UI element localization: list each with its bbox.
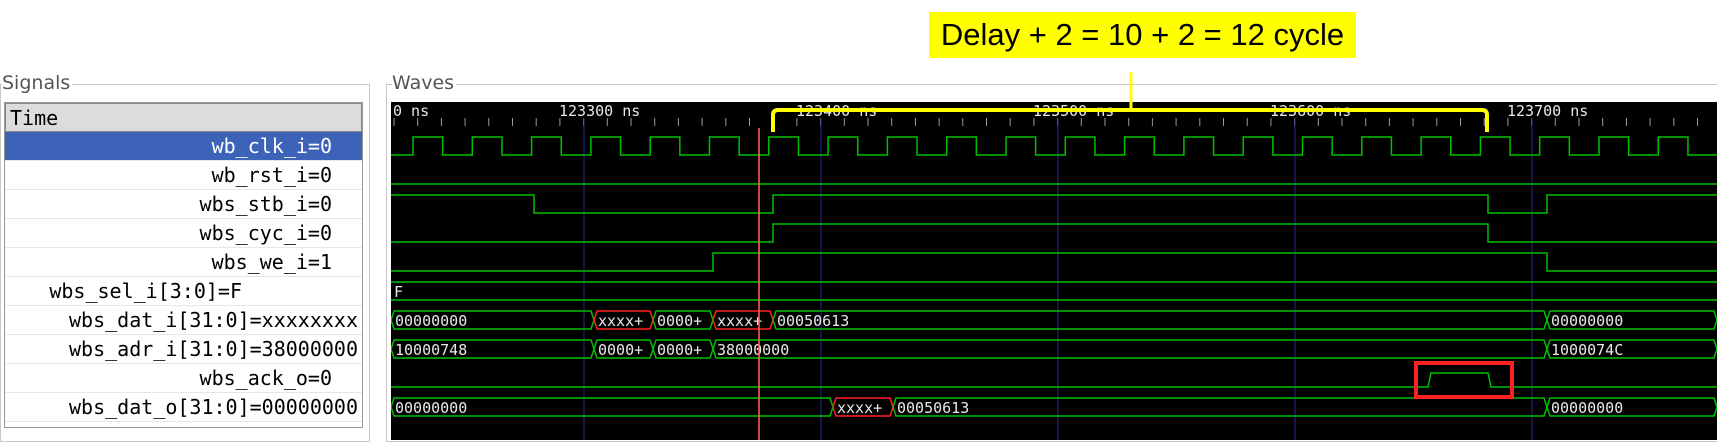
wave-wbs-dat-i-value: xxxx+ <box>598 312 643 330</box>
waveform-canvas[interactable]: 0 ns 123300 ns 123400 ns 123500 ns 123600 ns… <box>391 102 1717 440</box>
signal-label: wbs_stb_i=0 <box>199 192 332 216</box>
wave-wbs-dat-o-value: xxxx+ <box>837 399 882 417</box>
signal-row-wbs-we-i[interactable]: wbs_we_i=1 <box>5 248 362 277</box>
wave-wbs-dat-o-value: 00050613 <box>897 399 969 417</box>
signal-row-wbs-dat-i[interactable]: wbs_dat_i[31:0]=xxxxxxxx <box>5 306 362 335</box>
wave-wbs-adr-i-value: 0000+ <box>598 341 643 359</box>
wave-wbs-dat-o-segment <box>892 397 1548 417</box>
signal-label: wbs_dat_o[31:0]=00000000 <box>69 395 358 419</box>
wave-wb-clk <box>391 136 1717 156</box>
wave-wbs-we <box>391 252 1717 272</box>
signal-list[interactable]: Time wb_clk_i=0 wb_rst_i=0 wbs_stb_i=0 w… <box>4 102 363 428</box>
signal-row-wbs-ack-o[interactable]: wbs_ack_o=0 <box>5 364 362 393</box>
wave-wbs-stb <box>391 194 1717 214</box>
signal-label: wbs_ack_o=0 <box>199 366 332 390</box>
signal-label: wb_clk_i=0 <box>211 134 332 158</box>
wave-wbs-dat-i-value: xxxx+ <box>717 312 762 330</box>
annotation-callout: Delay + 2 = 10 + 2 = 12 cycle <box>929 12 1356 58</box>
time-tick-label: 123500 ns <box>1033 102 1114 120</box>
time-label: 0 ns <box>393 102 429 120</box>
waves-panel-title: Waves <box>392 72 457 94</box>
signal-label: wbs_we_i=1 <box>211 250 332 274</box>
signal-row-wbs-dat-o[interactable]: wbs_dat_o[31:0]=00000000 <box>5 393 362 422</box>
signals-panel-title: Signals <box>2 72 73 94</box>
signal-row-wbs-sel-i[interactable]: wbs_sel_i[3:0]=F <box>5 277 362 306</box>
wave-wbs-adr-i-value: 1000074C <box>1551 341 1623 359</box>
wave-wbs-adr-i-value: 10000748 <box>395 341 467 359</box>
wave-wbs-sel-value: F <box>394 283 403 301</box>
wave-wbs-dat-i-value: 00000000 <box>1551 312 1623 330</box>
wave-wbs-dat-i-value: 00050613 <box>777 312 849 330</box>
signal-row-wb-rst-i[interactable]: wb_rst_i=0 <box>5 161 362 190</box>
signal-row-wbs-cyc-i[interactable]: wbs_cyc_i=0 <box>5 219 362 248</box>
wave-wbs-adr-i-segment <box>712 339 1548 359</box>
time-tick-label: 123700 ns <box>1507 102 1588 120</box>
signal-label: wbs_dat_i[31:0]=xxxxxxxx <box>69 308 358 332</box>
wave-wbs-dat-o-value: 00000000 <box>395 399 467 417</box>
waveform-viewer[interactable]: 0 ns 123300 ns 123400 ns 123500 ns 123600 ns… <box>391 102 1717 440</box>
signal-label: wbs_sel_i[3:0]=F <box>49 279 242 303</box>
signal-row-time[interactable]: Time <box>5 103 362 132</box>
wave-wbs-dat-o-value: 00000000 <box>1551 399 1623 417</box>
signal-label: wbs_cyc_i=0 <box>199 221 332 245</box>
wave-wbs-dat-i-segment <box>772 310 1548 330</box>
wave-wbs-ack <box>391 372 1717 388</box>
time-tick-label: 123600 ns <box>1270 102 1351 120</box>
wave-wbs-sel <box>391 281 1717 301</box>
signal-label: wbs_adr_i[31:0]=38000000 <box>69 337 358 361</box>
signal-row-wbs-adr-i[interactable]: wbs_adr_i[31:0]=38000000 <box>5 335 362 364</box>
wave-wbs-dat-i-value: 0000+ <box>657 312 702 330</box>
wave-wbs-dat-i-value: 00000000 <box>395 312 467 330</box>
signal-row-wb-clk-i[interactable]: wb_clk_i=0 <box>5 132 362 161</box>
signal-row-wbs-stb-i[interactable]: wbs_stb_i=0 <box>5 190 362 219</box>
time-tick-label: 123300 ns <box>559 102 640 120</box>
signal-label: wb_rst_i=0 <box>211 163 332 187</box>
wave-wbs-adr-i-value: 38000000 <box>717 341 789 359</box>
wave-wbs-cyc <box>391 223 1717 243</box>
wave-wbs-adr-i-value: 0000+ <box>657 341 702 359</box>
time-tick-label: 123400 ns <box>796 102 877 120</box>
signal-label: Time <box>10 106 59 130</box>
